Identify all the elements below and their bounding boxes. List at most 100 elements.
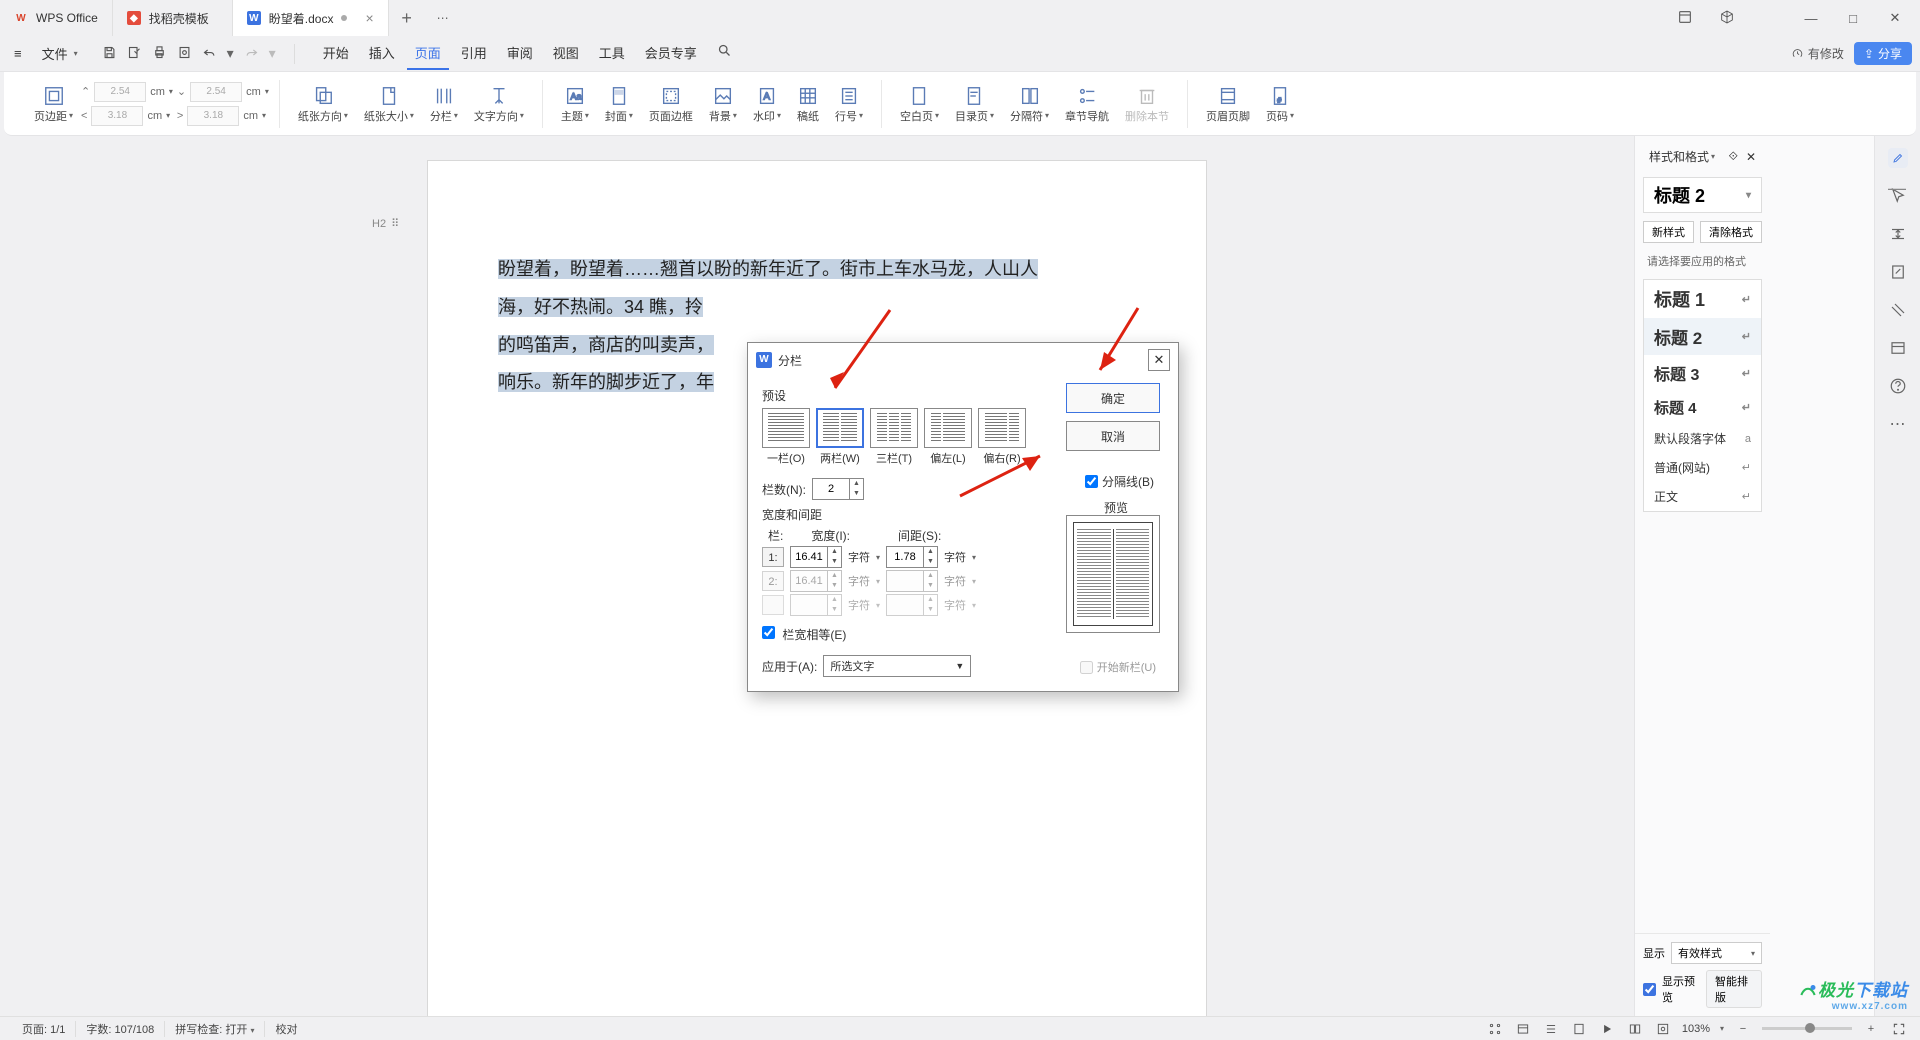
save-icon[interactable] xyxy=(102,45,117,62)
close-icon[interactable]: × xyxy=(365,10,373,26)
style-item-h3[interactable]: 标题 3↵ xyxy=(1644,355,1761,391)
library-tool-icon[interactable] xyxy=(1888,338,1908,358)
ribbon-tab-page[interactable]: 页面 xyxy=(407,37,449,70)
status-proof[interactable]: 校对 xyxy=(265,1021,307,1037)
zoom-slider[interactable] xyxy=(1762,1027,1852,1030)
header-footer-button[interactable]: 页眉页脚 xyxy=(1198,84,1258,124)
ribbon-tab-reference[interactable]: 引用 xyxy=(453,37,495,70)
style-item-h2[interactable]: 标题 2↵ xyxy=(1644,318,1761,355)
delete-section-button[interactable]: 删除本节 xyxy=(1117,84,1177,124)
ribbon-tab-member[interactable]: 会员专享 xyxy=(637,37,705,70)
tab-template[interactable]: ◆ 找稻壳模板 xyxy=(113,0,233,36)
zoom-out-button[interactable]: − xyxy=(1734,1020,1752,1038)
style-item-h1[interactable]: 标题 1↵ xyxy=(1644,280,1761,318)
redo-dropdown[interactable]: ▾ xyxy=(269,45,276,62)
status-spell[interactable]: 拼写检查: 打开 ▾ xyxy=(165,1021,265,1037)
ribbon-tab-start[interactable]: 开始 xyxy=(315,37,357,70)
clear-style-button[interactable]: 清除格式 xyxy=(1700,221,1762,243)
edit-tool-icon[interactable] xyxy=(1888,148,1908,168)
close-button[interactable]: ✕ xyxy=(1882,10,1908,26)
margin-right-input[interactable] xyxy=(187,106,239,126)
style-item-h4[interactable]: 标题 4↵ xyxy=(1644,391,1761,424)
watermark-button[interactable]: A水印▾ xyxy=(745,84,789,124)
style-item-normal-web[interactable]: 普通(网站)↵ xyxy=(1644,453,1761,482)
maximize-button[interactable]: □ xyxy=(1840,11,1866,26)
margins-button[interactable]: 页边距▾ xyxy=(26,84,81,124)
background-button[interactable]: 背景▾ xyxy=(701,84,745,124)
status-page[interactable]: 页面: 1/1 xyxy=(12,1021,76,1037)
cube-icon[interactable] xyxy=(1714,9,1740,28)
line-num-button[interactable]: 行号▾ xyxy=(827,84,871,124)
style-item-body[interactable]: 正文↵ xyxy=(1644,482,1761,511)
heading-level-indicator[interactable]: H2⠿ xyxy=(372,217,399,230)
export-icon[interactable] xyxy=(127,45,142,62)
margin-left-input[interactable] xyxy=(91,106,143,126)
page-number-button[interactable]: #页码▾ xyxy=(1258,84,1302,124)
current-style-selector[interactable]: 标题 2 ▾ xyxy=(1643,177,1762,213)
text-direction-button[interactable]: 文字方向▾ xyxy=(466,84,532,124)
row1-gap-spinner[interactable]: ▲▼ xyxy=(886,546,938,568)
cover-button[interactable]: 封面▾ xyxy=(597,84,641,124)
minimize-button[interactable]: ― xyxy=(1798,11,1824,26)
undo-dropdown[interactable]: ▾ xyxy=(227,45,234,62)
show-selector[interactable]: 有效样式▾ xyxy=(1671,942,1762,964)
has-changes-indicator[interactable]: 有修改 xyxy=(1791,45,1844,62)
status-layout-icon[interactable] xyxy=(1514,1020,1532,1038)
dialog-titlebar[interactable]: W 分栏 ✕ xyxy=(748,343,1178,377)
tab-document[interactable]: W 盼望着.docx × xyxy=(233,0,389,36)
zoom-in-button[interactable]: + xyxy=(1862,1020,1880,1038)
status-grid-icon[interactable] xyxy=(1486,1020,1504,1038)
undo-icon[interactable] xyxy=(202,45,217,62)
status-play-icon[interactable] xyxy=(1598,1020,1616,1038)
preset-two[interactable]: 两栏(W) xyxy=(816,408,864,466)
paper-button[interactable]: 稿纸 xyxy=(789,84,827,124)
zoom-label[interactable]: 103% xyxy=(1682,1023,1710,1035)
columns-button[interactable]: 分栏▾ xyxy=(422,84,466,124)
new-style-button[interactable]: 新样式 xyxy=(1643,221,1694,243)
dialog-close-button[interactable]: ✕ xyxy=(1148,349,1170,371)
status-words[interactable]: 字数: 107/108 xyxy=(76,1021,165,1037)
margin-bottom-input[interactable] xyxy=(190,82,242,102)
separator-button[interactable]: 分隔符▾ xyxy=(1002,84,1057,124)
ribbon-tab-insert[interactable]: 插入 xyxy=(361,37,403,70)
preset-one[interactable]: 一栏(O) xyxy=(762,408,810,466)
paper-size-button[interactable]: 纸张大小▾ xyxy=(356,84,422,124)
preset-three[interactable]: 三栏(T) xyxy=(870,408,918,466)
add-tab-button[interactable]: + xyxy=(389,0,425,36)
preset-right[interactable]: 偏右(R) xyxy=(978,408,1026,466)
tab-menu-button[interactable]: ⋯ xyxy=(425,0,461,36)
status-reading-icon[interactable] xyxy=(1570,1020,1588,1038)
ribbon-tab-review[interactable]: 审阅 xyxy=(499,37,541,70)
cancel-button[interactable]: 取消 xyxy=(1066,421,1160,451)
ruler-tool-icon[interactable] xyxy=(1888,300,1908,320)
chapter-nav-button[interactable]: 章节导航 xyxy=(1057,84,1117,124)
more-tool-icon[interactable]: ⋯ xyxy=(1888,414,1908,434)
redo-icon[interactable] xyxy=(244,45,259,62)
app-menu-button[interactable]: ≡ xyxy=(8,46,28,61)
theme-button[interactable]: Aa主题▾ xyxy=(553,84,597,124)
print-preview-icon[interactable] xyxy=(177,45,192,62)
print-icon[interactable] xyxy=(152,45,167,62)
toc-page-button[interactable]: 目录页▾ xyxy=(947,84,1002,124)
reading-mode-icon[interactable] xyxy=(1672,9,1698,28)
pin-icon[interactable]: ⟐ xyxy=(1728,149,1737,164)
smart-format-button[interactable]: 智能排版 xyxy=(1706,970,1762,1008)
share-button[interactable]: ⇪ 分享 xyxy=(1854,42,1912,65)
row1-width-spinner[interactable]: ▲▼ xyxy=(790,546,842,568)
collapse-ribbon-icon[interactable]: — xyxy=(1888,178,1906,199)
status-outline-icon[interactable] xyxy=(1542,1020,1560,1038)
col-count-spinner[interactable]: ▲▼ xyxy=(812,478,864,500)
orientation-button[interactable]: 纸张方向▾ xyxy=(290,84,356,124)
link-tool-icon[interactable] xyxy=(1888,262,1908,282)
divider-checkbox[interactable] xyxy=(1085,475,1098,488)
spacing-tool-icon[interactable] xyxy=(1888,224,1908,244)
preset-left[interactable]: 偏左(L) xyxy=(924,408,972,466)
tab-wps-home[interactable]: W WPS Office xyxy=(0,0,113,36)
show-preview-checkbox[interactable] xyxy=(1643,983,1656,996)
close-panel-icon[interactable]: ✕ xyxy=(1746,150,1756,164)
margin-top-input[interactable] xyxy=(94,82,146,102)
ribbon-tab-view[interactable]: 视图 xyxy=(545,37,587,70)
apply-to-select[interactable]: 所选文字▼ xyxy=(823,655,971,677)
confirm-button[interactable]: 确定 xyxy=(1066,383,1160,413)
style-item-default-font[interactable]: 默认段落字体a xyxy=(1644,424,1761,453)
